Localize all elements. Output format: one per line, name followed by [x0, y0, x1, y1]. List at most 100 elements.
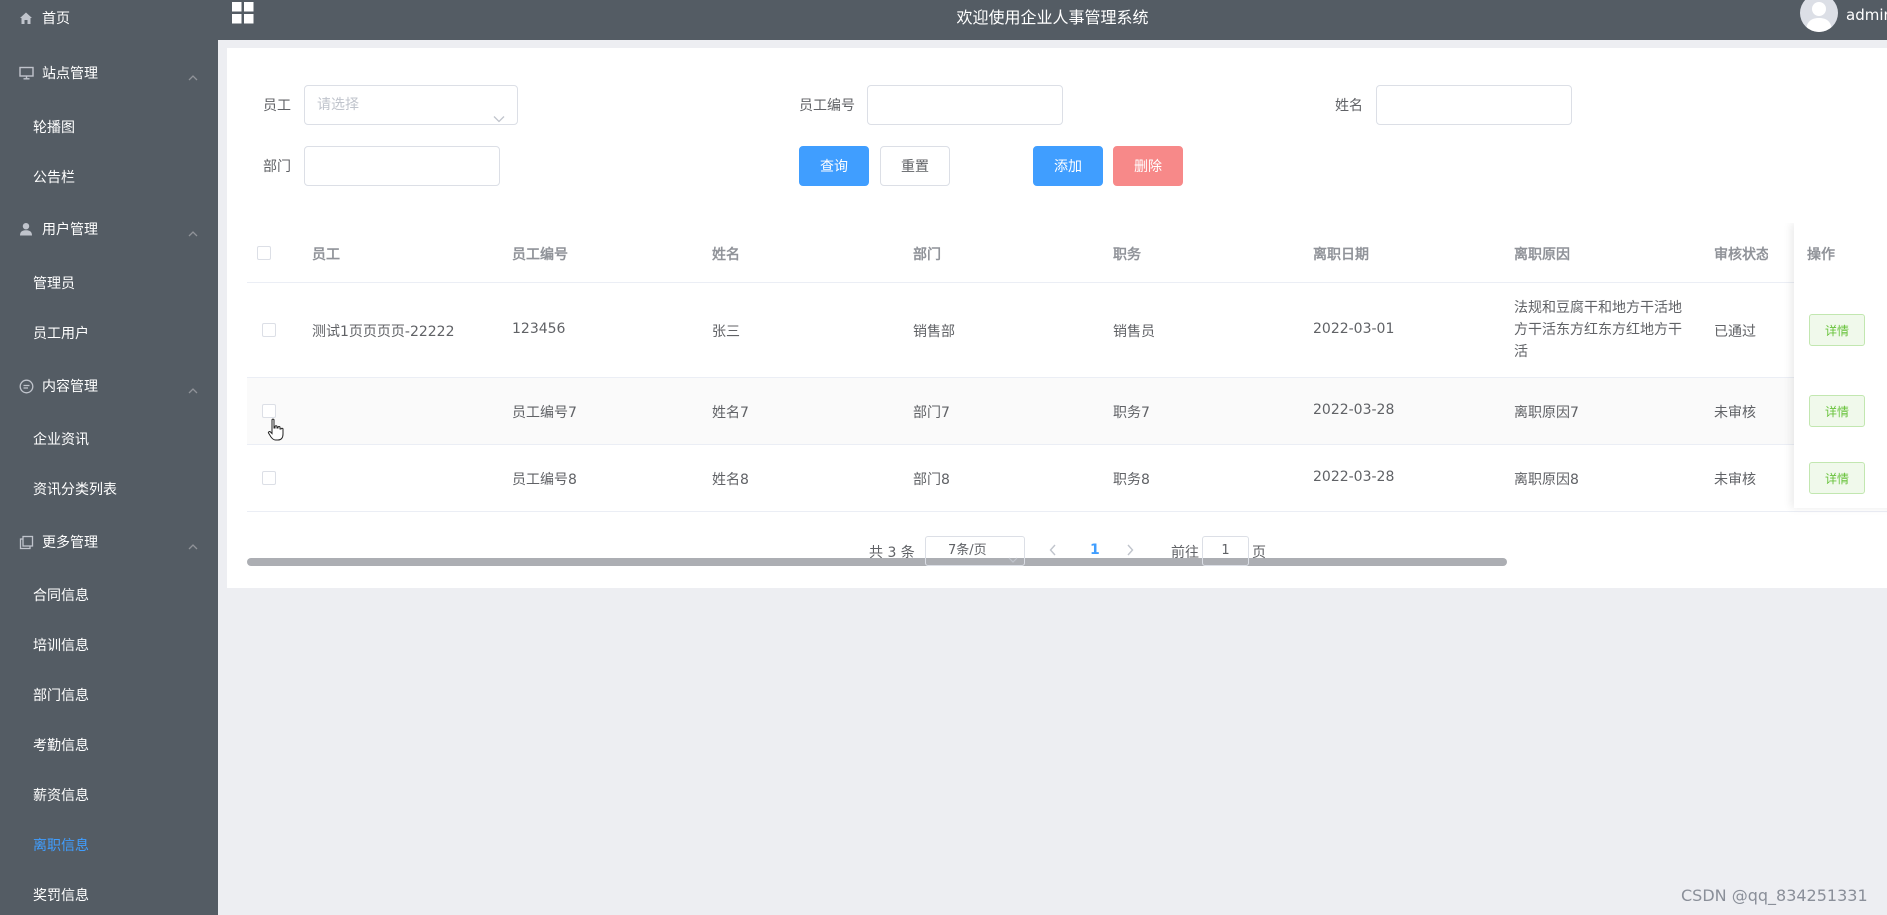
sidebar-item-label: 资讯分类列表	[33, 482, 117, 498]
detail-button[interactable]: 详情	[1809, 314, 1865, 346]
cell-code: 员工编号8	[512, 472, 577, 488]
watermark: CSDN @qq_834251331	[1681, 886, 1868, 905]
page-size-select[interactable]: 7条/页	[925, 536, 1025, 566]
sidebar-item-label: 员工用户	[33, 326, 89, 342]
cell-name: 姓名8	[712, 472, 749, 488]
column-header: 离职日期	[1313, 247, 1369, 263]
cell-code: 123456	[512, 321, 566, 337]
cell-date: 2022-03-01	[1313, 321, 1395, 337]
cell-code: 员工编号7	[512, 405, 577, 421]
sidebar-item-carousel[interactable]: 轮播图	[0, 102, 218, 152]
home-icon	[18, 10, 34, 26]
cell-position: 销售员	[1113, 324, 1155, 340]
cell-position: 职务8	[1113, 472, 1150, 488]
sidebar-item-news-category[interactable]: 资讯分类列表	[0, 464, 218, 514]
sidebar-item-label: 奖罚信息	[33, 888, 89, 904]
sidebar-item-user-management[interactable]: 用户管理	[0, 204, 218, 254]
row-checkbox[interactable]	[262, 404, 276, 418]
sidebar-item-label: 用户管理	[42, 222, 98, 238]
cell-reason: 离职原因8	[1514, 472, 1579, 488]
sidebar-item-resignation[interactable]: 离职信息	[0, 820, 218, 870]
chevron-up-icon	[188, 538, 198, 554]
sidebar-item-contract[interactable]: 合同信息	[0, 570, 218, 620]
sidebar-item-attendance[interactable]: 考勤信息	[0, 720, 218, 770]
sidebar-item-admin[interactable]: 管理员	[0, 258, 218, 308]
detail-button[interactable]: 详情	[1809, 395, 1865, 427]
chat-icon	[18, 378, 34, 394]
pagination-total: 共 3 条	[869, 545, 915, 561]
sidebar-item-label: 首页	[42, 11, 70, 27]
top-header: 欢迎使用企业人事管理系统 admin	[218, 0, 1887, 40]
sidebar-item-label: 公告栏	[33, 170, 75, 186]
cell-date: 2022-03-28	[1313, 469, 1395, 485]
cell-status: 未审核	[1714, 472, 1756, 488]
cell-dept: 销售部	[913, 324, 955, 340]
row-checkbox[interactable]	[262, 471, 276, 485]
detail-button[interactable]: 详情	[1809, 462, 1865, 494]
sidebar-item-more-management[interactable]: 更多管理	[0, 517, 218, 567]
sidebar-item-rewards[interactable]: 奖罚信息	[0, 870, 218, 915]
table-row[interactable]: 员工编号8 姓名8 部门8 职务8 2022-03-28 离职原因8 未审核	[247, 445, 1887, 512]
chevron-down-icon	[1008, 547, 1018, 575]
cell-reason: 法规和豆腐干和地方干活地方干活东方红东方红地方干活	[1514, 300, 1682, 360]
sidebar-item-home[interactable]: 首页	[0, 0, 218, 43]
row-checkbox[interactable]	[262, 323, 276, 337]
column-header: 操作	[1807, 247, 1835, 263]
page-suffix: 页	[1252, 545, 1266, 561]
chevron-up-icon	[188, 225, 198, 241]
sidebar-item-employee-user[interactable]: 员工用户	[0, 308, 218, 358]
user-icon	[18, 221, 34, 237]
sidebar-item-label: 内容管理	[42, 379, 98, 395]
sidebar-item-label: 管理员	[33, 276, 75, 292]
chevron-down-icon	[493, 100, 505, 138]
table-row[interactable]: 员工编号7 姓名7 部门7 职务7 2022-03-28 离职原因7 未审核	[247, 378, 1887, 445]
sidebar-item-department[interactable]: 部门信息	[0, 670, 218, 720]
add-button[interactable]: 添加	[1033, 146, 1103, 186]
cell-reason: 离职原因7	[1514, 405, 1579, 421]
select-all-checkbox[interactable]	[257, 246, 271, 260]
sidebar-item-training[interactable]: 培训信息	[0, 620, 218, 670]
page-title: 欢迎使用企业人事管理系统	[956, 8, 1149, 27]
page-number-current[interactable]: 1	[1090, 542, 1100, 558]
sidebar-item-salary[interactable]: 薪资信息	[0, 770, 218, 820]
sidebar-item-label: 更多管理	[42, 535, 98, 551]
table-header: 员工 员工编号 姓名 部门 职务 离职日期 离职原因 审核状态	[247, 223, 1887, 283]
code-input[interactable]	[867, 85, 1063, 125]
table-row[interactable]: 测试1页页页页-22222 123456 张三 销售部 销售员 2022-03-…	[247, 283, 1887, 378]
sidebar-item-news[interactable]: 企业资讯	[0, 414, 218, 464]
cell-date: 2022-03-28	[1313, 402, 1395, 418]
column-header: 审核状态	[1714, 247, 1768, 263]
dept-input[interactable]	[304, 146, 500, 186]
delete-button[interactable]: 删除	[1113, 146, 1183, 186]
chevron-up-icon	[188, 382, 198, 398]
sidebar-item-label: 考勤信息	[33, 738, 89, 754]
chevron-up-icon	[188, 69, 198, 85]
sidebar-item-label: 站点管理	[42, 66, 98, 82]
cell-dept: 部门7	[913, 405, 950, 421]
search-button[interactable]: 查询	[799, 146, 869, 186]
column-header: 部门	[913, 247, 941, 263]
reset-button[interactable]: 重置	[880, 146, 950, 186]
prev-page-icon[interactable]	[1049, 544, 1057, 560]
sidebar-item-label: 合同信息	[33, 588, 89, 604]
sidebar-item-content-management[interactable]: 内容管理	[0, 361, 218, 411]
fixed-action-column: 操作 详情 详情 详情	[1794, 223, 1887, 508]
cell-employee: 测试1页页页页-22222	[312, 324, 455, 340]
page-size-value: 7条/页	[948, 543, 987, 558]
resignation-table: 员工 员工编号 姓名 部门 职务 离职日期 离职原因 审核状态 测试1页页页页-…	[247, 223, 1887, 563]
code-filter-label: 员工编号	[799, 98, 855, 114]
name-input[interactable]	[1376, 85, 1572, 125]
sidebar-item-bulletin[interactable]: 公告栏	[0, 152, 218, 202]
sidebar-item-label: 薪资信息	[33, 788, 89, 804]
sidebar-item-site-management[interactable]: 站点管理	[0, 48, 218, 98]
copy-icon	[18, 534, 34, 550]
employee-select[interactable]: 请选择	[304, 85, 518, 125]
user-name[interactable]: admin	[1846, 6, 1887, 24]
column-header: 员工	[312, 247, 340, 263]
column-header: 姓名	[712, 247, 740, 263]
sidebar-item-label: 轮播图	[33, 120, 75, 136]
column-header: 职务	[1113, 247, 1141, 263]
monitor-icon	[18, 65, 34, 81]
next-page-icon[interactable]	[1126, 544, 1134, 560]
goto-page-input[interactable]: 1	[1202, 536, 1249, 566]
